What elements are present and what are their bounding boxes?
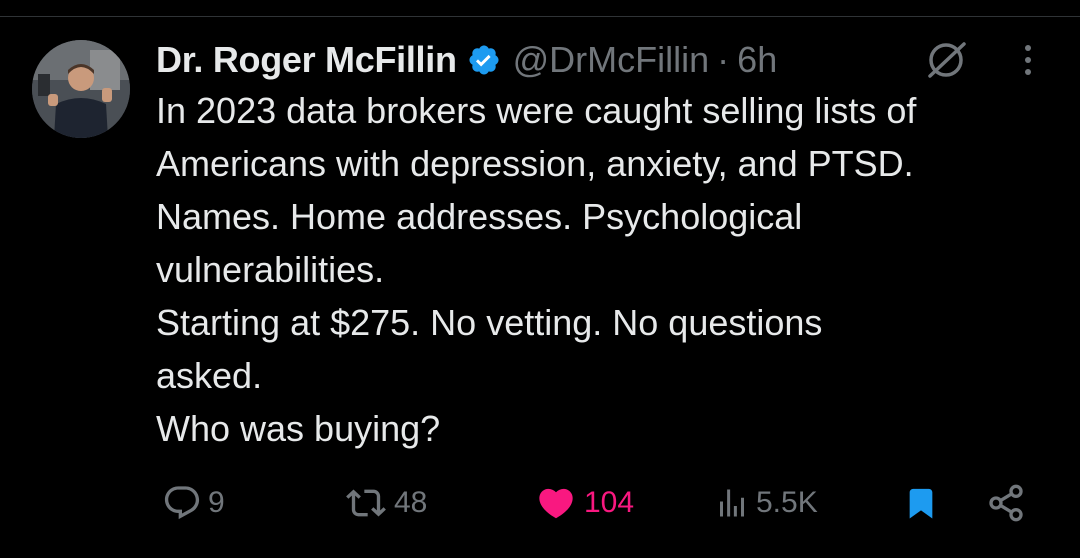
tweet-header: Dr. Roger McFillin @DrMcFillin · 6h — [156, 36, 777, 84]
views-icon — [714, 483, 750, 523]
share-button[interactable] — [986, 478, 1026, 528]
tweet-line: asked. — [156, 355, 263, 396]
timestamp[interactable]: 6h — [737, 39, 777, 81]
avatar[interactable] — [32, 40, 130, 138]
grok-icon[interactable] — [922, 40, 970, 80]
heart-icon — [534, 483, 578, 523]
tweet-line: Starting at $275. No vetting. No questio… — [156, 302, 823, 343]
tweet-line: In 2023 data brokers were caught selling… — [156, 90, 917, 131]
like-count: 104 — [584, 486, 635, 519]
divider — [0, 16, 1080, 17]
verified-badge-icon — [467, 43, 501, 77]
author-name[interactable]: Dr. Roger McFillin — [156, 39, 457, 81]
tweet-line: vulnerabilities. — [156, 249, 385, 290]
tweet-card: Dr. Roger McFillin @DrMcFillin · 6h In 2… — [0, 0, 1080, 558]
share-icon — [986, 483, 1026, 523]
tweet-line: Names. Home addresses. Psychological — [156, 196, 803, 237]
repost-count: 48 — [394, 486, 428, 519]
author-handle[interactable]: @DrMcFillin — [513, 39, 710, 81]
bookmark-button[interactable] — [904, 478, 938, 528]
like-button[interactable]: 104 — [534, 478, 634, 528]
action-bar: 9 48 104 5.5K — [0, 478, 1080, 528]
avatar-image — [32, 40, 130, 138]
views-button[interactable]: 5.5K — [714, 478, 818, 528]
repost-icon — [344, 483, 388, 523]
reply-count: 9 — [208, 486, 225, 519]
more-vertical-icon[interactable] — [1018, 42, 1038, 78]
tweet-text: In 2023 data brokers were caught selling… — [156, 84, 1056, 455]
tweet-line: Who was buying? — [156, 408, 441, 449]
reply-icon — [162, 483, 202, 523]
views-count: 5.5K — [756, 486, 818, 519]
reply-button[interactable]: 9 — [162, 478, 225, 528]
separator-dot: · — [717, 39, 730, 80]
repost-button[interactable]: 48 — [344, 478, 427, 528]
bookmark-icon — [904, 483, 938, 523]
tweet-line: Americans with depression, anxiety, and … — [156, 143, 914, 184]
